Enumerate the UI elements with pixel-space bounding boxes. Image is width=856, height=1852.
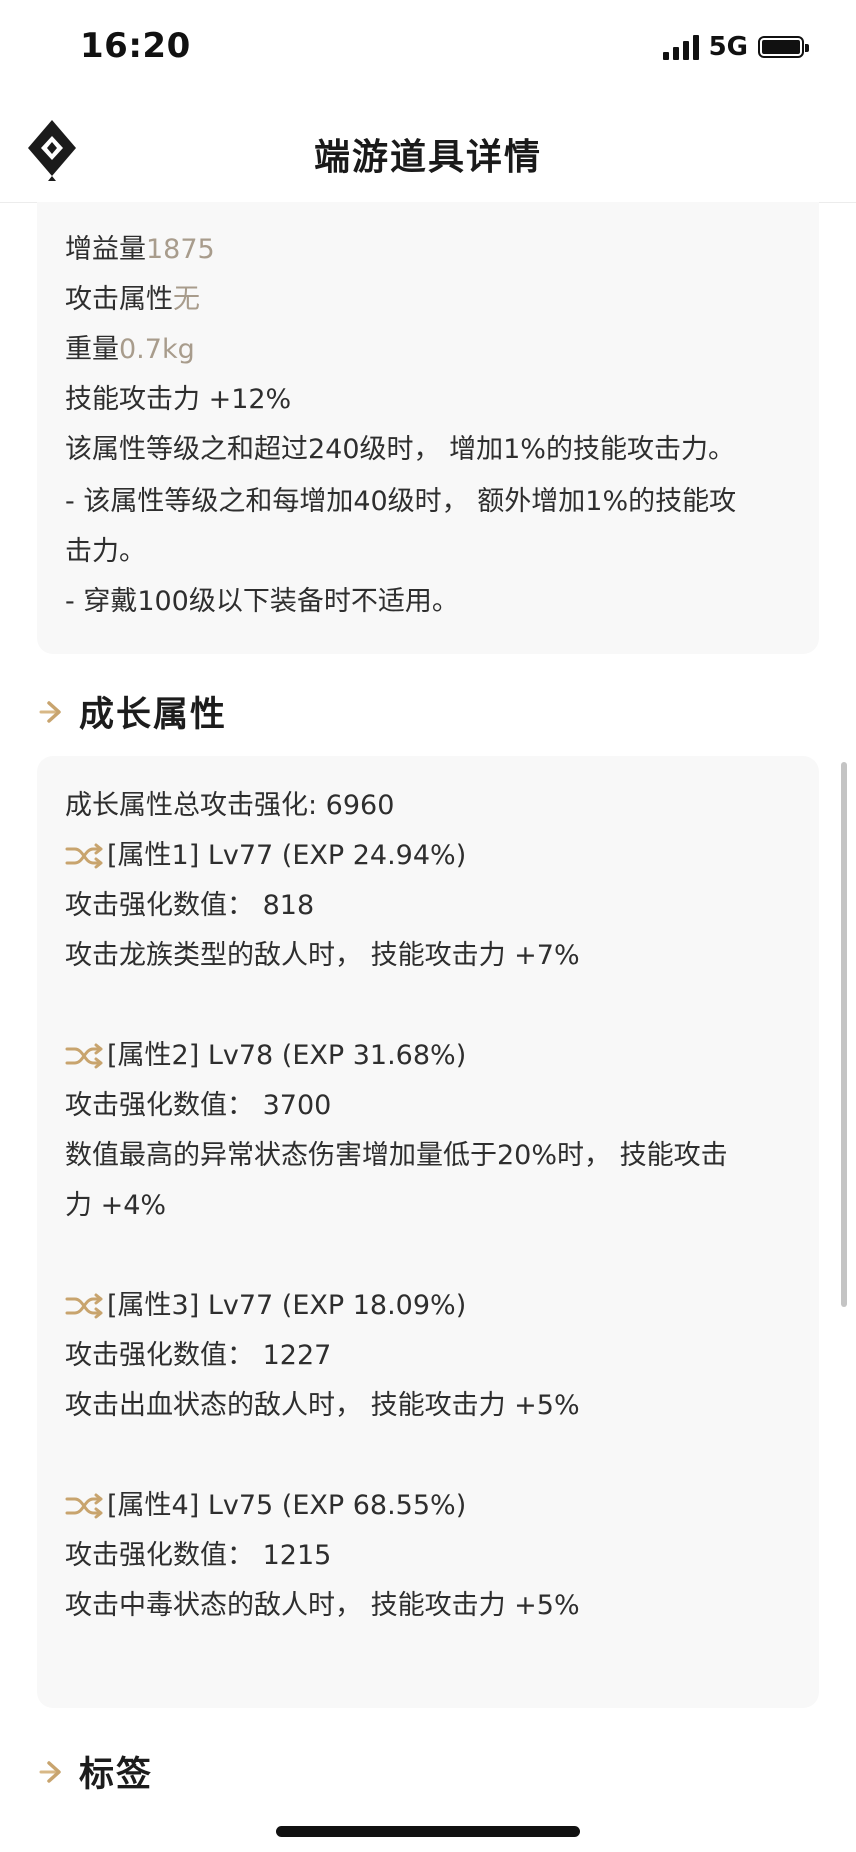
page-title: 端游道具详情 (313, 137, 542, 178)
scrollbar[interactable] (841, 762, 847, 1307)
attr-3-effect: 攻击出血状态的敌人时， 技能攻击力 +5% (65, 1390, 580, 1421)
attr-1-value: 攻击强化数值： 818 (65, 890, 315, 921)
status-bar: 16:20 5G (0, 0, 856, 100)
growth-section-header: 成长属性 (37, 686, 227, 737)
tags-section-header: 标签 (37, 1746, 153, 1797)
gain-label: 增益量 (65, 234, 146, 265)
item-details-card: 增益量1875 攻击属性无 重量0.7kg 技能攻击力 +12% 该属性等级之和… (37, 202, 819, 654)
gain-value: 1875 (146, 234, 215, 265)
desc-line-2a: - 该属性等级之和每增加40级时， 额外增加1%的技能攻 (65, 486, 737, 517)
desc-line-1: 该属性等级之和超过240级时， 增加1%的技能攻击力。 (65, 434, 735, 465)
weight-row: 重量0.7kg (65, 330, 195, 370)
attr-4-value: 攻击强化数值： 1215 (65, 1540, 332, 1571)
shuffle-icon (65, 1293, 103, 1319)
growth-total: 成长属性总攻击强化: 6960 (65, 790, 395, 821)
attr-2-value: 攻击强化数值： 3700 (65, 1090, 332, 1121)
attack-attr-label: 攻击属性 (65, 284, 173, 315)
weight-label: 重量 (65, 334, 119, 365)
attr-2-header: [属性2] Lv78 (EXP 31.68%) (65, 1036, 466, 1076)
attack-attr-row: 攻击属性无 (65, 280, 200, 320)
desc-line-3: - 穿戴100级以下装备时不适用。 (65, 586, 459, 617)
shuffle-icon (65, 1043, 103, 1069)
signal-icon (662, 34, 699, 60)
shuffle-icon (65, 843, 103, 869)
attr-1-title: [属性1] Lv77 (EXP 24.94%) (107, 840, 467, 871)
attr-2-effect: 数值最高的异常状态伤害增加量低于20%时， 技能攻击 (65, 1140, 728, 1171)
battery-icon (758, 36, 809, 58)
attack-attr-value: 无 (173, 284, 200, 315)
weight-value: 0.7kg (119, 334, 195, 365)
arrow-right-icon (39, 1760, 61, 1783)
nav-bar: 端游道具详情 (0, 100, 856, 203)
attr-1-header: [属性1] Lv77 (EXP 24.94%) (65, 836, 466, 876)
home-indicator[interactable] (276, 1826, 580, 1837)
desc-line-2b: 击力。 (65, 536, 146, 567)
status-time: 16:20 (80, 26, 191, 66)
arrow-right-icon (39, 700, 61, 723)
attr-1-effect: 攻击龙族类型的敌人时， 技能攻击力 +7% (65, 940, 580, 971)
gain-row: 增益量1875 (65, 230, 215, 270)
tags-section-title: 标签 (79, 1755, 154, 1795)
status-indicators: 5G (662, 32, 809, 62)
growth-section-title: 成长属性 (79, 695, 228, 735)
attr-4-title: [属性4] Lv75 (EXP 68.55%) (107, 1490, 467, 1521)
attr-4-effect: 攻击中毒状态的敌人时， 技能攻击力 +5% (65, 1590, 580, 1621)
growth-attributes-card: 成长属性总攻击强化: 6960 [属性1] Lv77 (EXP 24.94%) … (37, 756, 819, 1708)
attr-4-header: [属性4] Lv75 (EXP 68.55%) (65, 1486, 466, 1526)
attr-3-title: [属性3] Lv77 (EXP 18.09%) (107, 1290, 467, 1321)
shuffle-icon (65, 1493, 103, 1519)
skill-attack-text: 技能攻击力 +12% (65, 384, 292, 415)
network-label: 5G (708, 32, 748, 62)
attr-2-title: [属性2] Lv78 (EXP 31.68%) (107, 1040, 467, 1071)
attr-3-value: 攻击强化数值： 1227 (65, 1340, 332, 1371)
attr-2-effect-cont: 力 +4% (65, 1190, 167, 1221)
attr-3-header: [属性3] Lv77 (EXP 18.09%) (65, 1286, 466, 1326)
